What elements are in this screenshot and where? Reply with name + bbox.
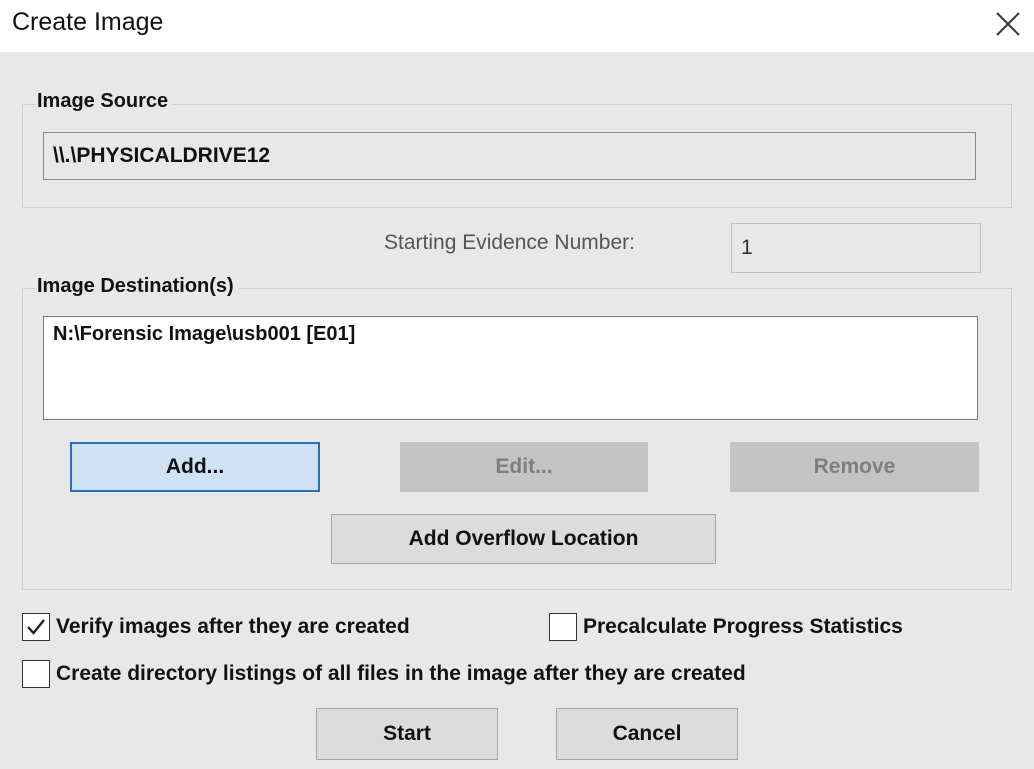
precalculate-option[interactable]: Precalculate Progress Statistics [549, 613, 903, 641]
cancel-button[interactable]: Cancel [556, 708, 738, 760]
add-overflow-location-button[interactable]: Add Overflow Location [331, 514, 716, 564]
destinations-list[interactable]: N:\Forensic Image\usb001 [E01] [43, 316, 978, 420]
add-button[interactable]: Add... [70, 442, 320, 492]
image-source-field: \\.\PHYSICALDRIVE12 [43, 132, 976, 180]
close-button[interactable] [990, 6, 1026, 42]
list-item[interactable]: N:\Forensic Image\usb001 [E01] [53, 323, 968, 346]
verify-images-label: Verify images after they are created [56, 615, 410, 638]
remove-button[interactable]: Remove [730, 442, 979, 492]
dialog-body: Image Source \\.\PHYSICALDRIVE12 Startin… [0, 52, 1034, 769]
start-button[interactable]: Start [316, 708, 498, 760]
checkmark-icon [27, 619, 45, 635]
directory-listings-option[interactable]: Create directory listings of all files i… [22, 660, 746, 688]
image-source-label: Image Source [35, 90, 173, 113]
dialog-title: Create Image [12, 8, 164, 36]
precalculate-checkbox[interactable] [549, 613, 577, 641]
evidence-number-label: Starting Evidence Number: [384, 231, 635, 254]
title-bar: Create Image [0, 0, 1034, 52]
verify-images-option[interactable]: Verify images after they are created [22, 613, 410, 641]
precalculate-label: Precalculate Progress Statistics [583, 615, 903, 638]
edit-button[interactable]: Edit... [400, 442, 648, 492]
evidence-number-field[interactable]: 1 [731, 223, 981, 273]
directory-listings-label: Create directory listings of all files i… [56, 662, 746, 685]
close-icon [996, 12, 1020, 36]
directory-listings-checkbox[interactable] [22, 660, 50, 688]
image-destinations-label: Image Destination(s) [35, 275, 238, 298]
verify-images-checkbox[interactable] [22, 613, 50, 641]
